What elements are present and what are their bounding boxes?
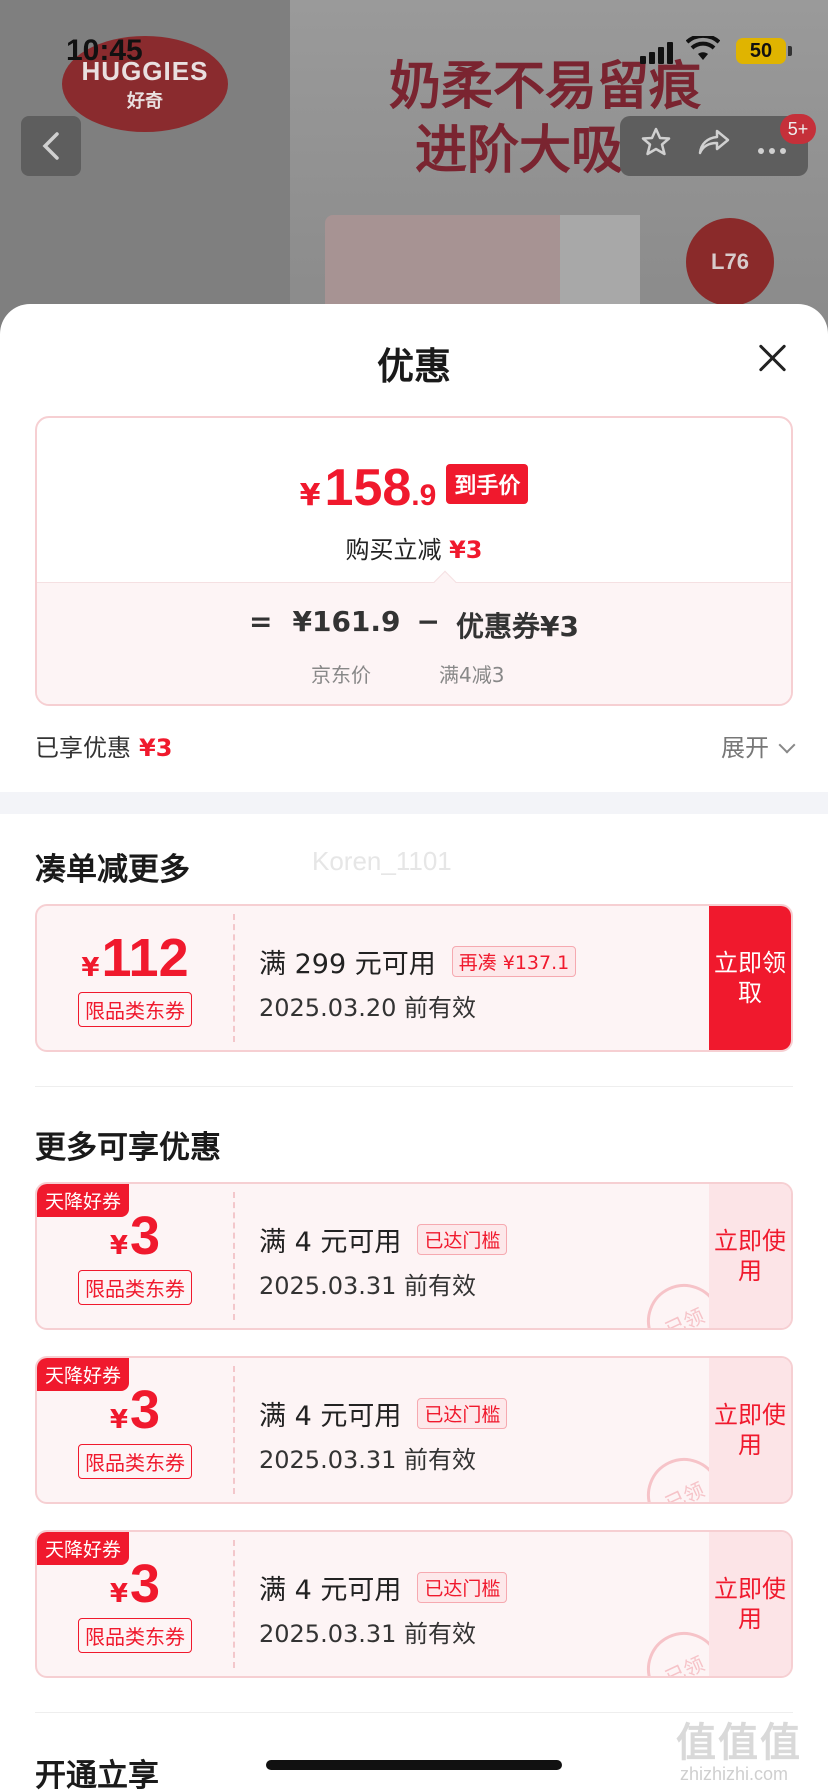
- section-title-more: 更多可享优惠: [35, 1130, 221, 1166]
- user-watermark: Koren_1101: [312, 846, 452, 876]
- jd-price-caption: 京东价: [311, 663, 371, 687]
- coupon-corner-tag: 天降好券: [37, 1358, 130, 1391]
- coupon-condition: 满 4 元可用 已达门槛: [259, 1394, 508, 1433]
- share-icon[interactable]: [697, 127, 731, 165]
- chevron-down-icon: [778, 736, 796, 754]
- promotion-sheet: 优惠 ¥ 158 .9 到手价 购买立减 ¥3 = ¥161.9 − 优惠券¥3…: [0, 304, 828, 1792]
- star-icon[interactable]: [640, 126, 672, 166]
- coupon-card: ¥ 3 限品类东券 天降好券 满 4 元可用 已达门槛 2025.03.31 前…: [35, 1356, 793, 1504]
- use-coupon-button[interactable]: 立即使用: [709, 1184, 791, 1328]
- list-divider: [35, 1086, 793, 1087]
- coupon-caption: 满4减3: [439, 663, 505, 687]
- coupon-condition: 满 4 元可用 已达门槛: [259, 1220, 508, 1259]
- battery-icon: 50: [736, 38, 786, 64]
- status-time: 10:45: [66, 34, 143, 67]
- final-price-tag: 到手价: [446, 464, 529, 504]
- coupon-separator: [233, 1366, 235, 1494]
- coupon-card: ¥ 3 限品类东券 天降好券 满 4 元可用 已达门槛 2025.03.31 前…: [35, 1530, 793, 1678]
- expand-button[interactable]: 展开: [721, 728, 796, 763]
- enjoyed-label: 已享优惠: [35, 734, 131, 762]
- sheet-title: 优惠: [377, 345, 451, 388]
- coupon-condition-text: 满 4 元可用: [259, 1575, 402, 1606]
- coupon-value: 3: [130, 1553, 161, 1614]
- claim-coupon-button[interactable]: 立即领取: [709, 906, 791, 1050]
- instant-discount-label: 购买立减: [345, 536, 442, 564]
- coupon-amount: ¥ 112: [81, 930, 188, 986]
- section-divider: [0, 792, 828, 814]
- final-price-integer: 158: [324, 459, 412, 517]
- formula-row: = ¥161.9 − 优惠券¥3: [37, 605, 791, 645]
- instant-discount-row: 购买立减 ¥3: [37, 530, 791, 565]
- coupon-card: ¥ 3 限品类东券 天降好券 满 4 元可用 已达门槛 2025.03.31 前…: [35, 1182, 793, 1330]
- enjoyed-discount-row: 已享优惠 ¥3 展开: [35, 728, 796, 768]
- coupon-type-tag: 限品类东券: [78, 1443, 192, 1479]
- coupon-type-tag: 限品类东券: [78, 1617, 192, 1653]
- coupon-currency: ¥: [109, 1578, 129, 1609]
- coupon-status-pill: 已达门槛: [417, 1224, 508, 1255]
- coupon-corner-tag: 天降好券: [37, 1532, 130, 1565]
- price-formula: = ¥161.9 − 优惠券¥3 京东价 满4减3: [37, 582, 791, 704]
- enjoyed-value: ¥3: [139, 734, 173, 762]
- use-coupon-button[interactable]: 立即使用: [709, 1532, 791, 1676]
- expand-label: 展开: [721, 734, 769, 762]
- sheet-header: 优惠: [0, 304, 828, 408]
- coupon-type-tag: 限品类东券: [78, 991, 192, 1027]
- status-bar: 10:45 50: [0, 0, 828, 100]
- coupon-status-pill: 已达门槛: [417, 1572, 508, 1603]
- instant-discount-value: ¥3: [449, 536, 483, 564]
- coupon-value-area: ¥ 112 限品类东券: [37, 906, 233, 1050]
- price-breakdown-card: ¥ 158 .9 到手价 购买立减 ¥3 = ¥161.9 − 优惠券¥3 京东…: [35, 416, 793, 706]
- coupon-gap-pill: 再凑 ¥137.1: [451, 946, 577, 977]
- coupon-condition: 满 4 元可用 已达门槛: [259, 1568, 508, 1607]
- coupon-validity: 2025.03.31 前有效: [259, 1446, 477, 1474]
- notification-badge: 5+: [780, 114, 816, 144]
- close-icon[interactable]: [752, 338, 792, 378]
- use-coupon-button[interactable]: 立即使用: [709, 1358, 791, 1502]
- final-price: ¥ 158 .9 到手价: [37, 458, 791, 518]
- coupon-separator: [233, 1192, 235, 1320]
- coupon-validity: 2025.03.31 前有效: [259, 1620, 477, 1648]
- wifi-icon: [685, 33, 722, 64]
- coupon-validity: 2025.03.20 前有效: [259, 994, 477, 1022]
- site-watermark: 值值值: [676, 1720, 802, 1766]
- size-badge: L76: [686, 218, 774, 306]
- home-indicator[interactable]: [266, 1760, 562, 1770]
- coupon-validity: 2025.03.31 前有效: [259, 1272, 477, 1300]
- formula-minus: −: [416, 605, 441, 638]
- coupon-currency: ¥: [109, 1230, 129, 1261]
- coupon-value: 112: [101, 927, 189, 988]
- coupon-value: 3: [130, 1205, 161, 1266]
- coupon-status-pill: 已达门槛: [417, 1398, 508, 1429]
- coupon-value: 3: [130, 1379, 161, 1440]
- coupon-currency: ¥: [81, 952, 100, 983]
- coupon-currency: ¥: [109, 1404, 129, 1435]
- coupon-type-tag: 限品类东券: [78, 1269, 192, 1305]
- jd-price: ¥161.9: [292, 605, 401, 638]
- coupon-corner-tag: 天降好券: [37, 1184, 130, 1217]
- formula-equals: =: [249, 605, 273, 638]
- coupon-separator: [233, 1540, 235, 1668]
- site-watermark-url: zhizhizhi.com: [680, 1764, 789, 1784]
- back-button[interactable]: [21, 116, 81, 176]
- final-price-currency: ¥: [299, 478, 321, 513]
- coupon-condition-text: 满 299 元可用: [259, 949, 436, 980]
- coupon-separator: [233, 914, 235, 1042]
- back-arrow-icon: [42, 132, 59, 160]
- coupon-card-bundle: ¥ 112 限品类东券 满 299 元可用 再凑 ¥137.1 2025.03.…: [35, 904, 793, 1052]
- section-title-bundle: 凑单减更多: [35, 852, 190, 888]
- coupon-condition: 满 299 元可用 再凑 ¥137.1: [259, 942, 577, 981]
- battery-tip: [788, 46, 792, 56]
- coupon-deduction: 优惠券¥3: [456, 610, 579, 643]
- coupon-condition-text: 满 4 元可用: [259, 1401, 402, 1432]
- final-price-decimal: .9: [411, 479, 437, 512]
- coupon-condition-text: 满 4 元可用: [259, 1227, 402, 1258]
- signal-icon: [640, 40, 674, 64]
- section-title-membership: 开通立享: [35, 1758, 159, 1792]
